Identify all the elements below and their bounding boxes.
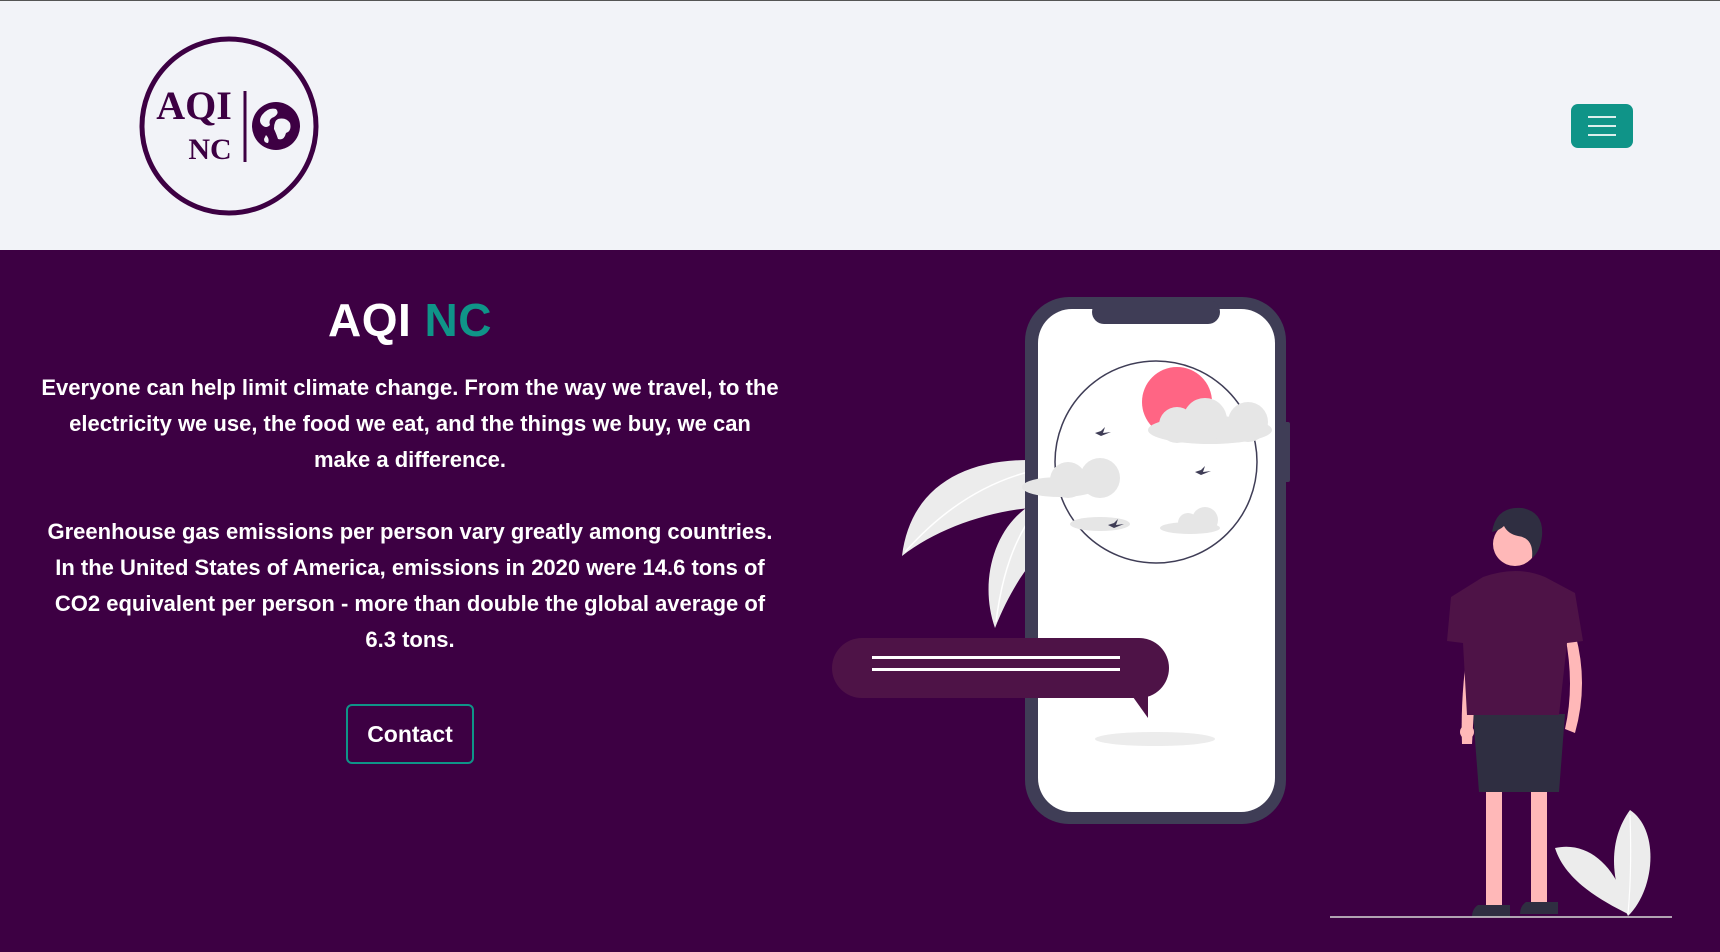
logo-text-aqi: AQI <box>156 83 232 128</box>
hero-illustration <box>832 297 1672 918</box>
logo-text-nc: NC <box>188 133 231 166</box>
site-header: AQI NC <box>0 0 1720 250</box>
hamburger-menu-icon <box>1588 116 1616 118</box>
hamburger-line <box>1588 125 1616 127</box>
phone-illustration <box>1022 297 1290 824</box>
ground-plant-illustration <box>1555 810 1651 916</box>
site-logo[interactable]: AQI NC <box>138 35 320 217</box>
globe-icon <box>252 102 300 150</box>
menu-toggle-button[interactable] <box>1571 104 1633 148</box>
hamburger-line <box>1588 134 1616 136</box>
hero-section: AQI NC Everyone can help limit climate c… <box>0 250 1720 952</box>
logo-emblem: AQI NC <box>139 36 319 216</box>
